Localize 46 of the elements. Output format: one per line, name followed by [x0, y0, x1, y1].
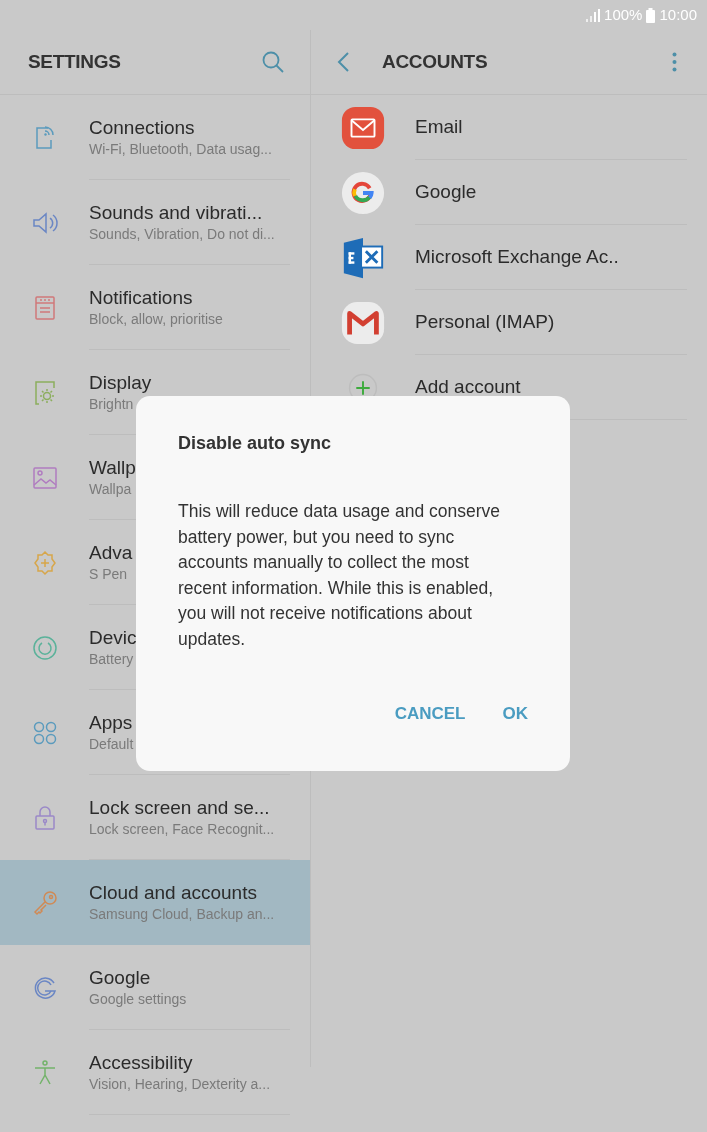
item-title: Accessibility: [89, 1050, 193, 1075]
item-subtitle: Battery: [89, 649, 134, 669]
item-subtitle: Google settings: [89, 989, 187, 1009]
sidebar-item[interactable]: Connections Wi-Fi, Bluetooth, Data usag...: [0, 95, 310, 180]
item-title: Adva: [89, 540, 133, 565]
item-title: Display: [89, 370, 152, 395]
account-item[interactable]: Email: [415, 95, 687, 160]
item-title: Wallp: [89, 455, 136, 480]
item-title: Lock screen and se...: [89, 795, 270, 820]
item-title: Connections: [89, 115, 195, 140]
account-item[interactable]: Microsoft Exchange Ac..: [415, 225, 687, 290]
item-subtitle: Lock screen, Face Recognit...: [89, 819, 275, 839]
item-subtitle: Wallpa: [89, 479, 132, 499]
envelope-icon: [340, 104, 386, 151]
sidebar-item[interactable]: Google Google settings: [0, 945, 310, 1030]
item-title: Devic: [89, 625, 137, 650]
item-subtitle: Sounds, Vibration, Do not di...: [89, 224, 275, 244]
signal-icon: [586, 8, 601, 22]
more-options-icon[interactable]: [672, 52, 677, 72]
battery-icon: [646, 7, 656, 23]
sidebar-item[interactable]: Notifications Block, allow, prioritise: [0, 265, 310, 350]
item-subtitle: Brightn: [89, 394, 134, 414]
dialog-title: Disable auto sync: [178, 432, 333, 455]
sidebar-item[interactable]: Accessibility Vision, Hearing, Dexterity a...: [0, 1030, 310, 1115]
item-subtitle: Samsung Cloud, Backup an...: [89, 904, 275, 924]
account-item[interactable]: Personal (IMAP): [415, 290, 687, 355]
item-title: Cloud and accounts: [89, 880, 257, 905]
sidebar-item[interactable]: Sounds and vibrati... Sounds, Vibration, Do not di...: [0, 180, 310, 265]
item-subtitle: S Pen: [89, 564, 128, 584]
mail-m-logo-icon: [340, 299, 386, 346]
item-title: Apps: [89, 710, 133, 735]
account-item[interactable]: Google: [415, 160, 687, 225]
dialog-message: This will reduce data usage and conserve battery power, but you need to sync accounts manually to collect the most recent information. While this is enabled, you will not receive notifications about updates.: [178, 500, 501, 651]
item-subtitle: Vision, Hearing, Dexterity a...: [89, 1074, 271, 1094]
sidebar-item[interactable]: Cloud and accounts Samsung Cloud, Backup an...: [0, 860, 310, 945]
back-icon[interactable]: [337, 52, 349, 72]
search-icon[interactable]: [262, 51, 284, 73]
item-subtitle: Block, allow, prioritise: [89, 309, 223, 329]
item-subtitle: Default: [89, 734, 134, 754]
item-title: Notifications: [89, 285, 193, 310]
item-title: Google: [89, 965, 151, 990]
item-subtitle: Wi-Fi, Bluetooth, Data usag...: [89, 139, 272, 159]
item-title: Sounds and vibrati...: [89, 200, 263, 225]
google-logo-icon: [340, 169, 386, 216]
screen-title: ACCOUNTS: [381, 49, 489, 74]
screen-title: SETTINGS: [28, 49, 121, 74]
